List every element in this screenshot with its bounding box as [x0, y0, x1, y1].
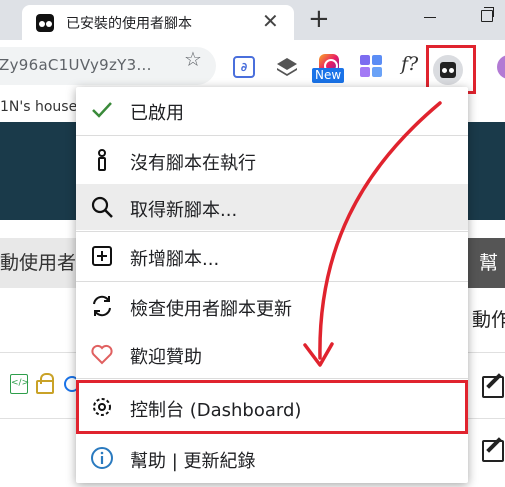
edit-icon[interactable] [482, 376, 504, 398]
heart-icon [91, 344, 113, 365]
tab-help-label: 幫 [479, 252, 499, 274]
menu-separator [76, 378, 468, 379]
minimize-window-button[interactable] [424, 17, 436, 18]
menu-item-label: 幫助 | 更新紀錄 [130, 451, 256, 472]
edit-icon[interactable] [482, 440, 504, 462]
menu-item-label: 沒有腳本在執行 [130, 153, 256, 174]
new-badge: New [312, 68, 345, 83]
bookmark-star-icon[interactable]: ☆ [184, 47, 202, 71]
extension-formula-icon[interactable]: f? [401, 53, 423, 75]
menu-item-label: 歡迎贊助 [130, 347, 202, 368]
add-box-icon [92, 246, 112, 266]
tampermonkey-favicon-icon [36, 14, 54, 32]
info-circle-icon [91, 447, 113, 469]
restore-window-button[interactable] [481, 7, 494, 22]
tab-installed-label: 動使用者 [0, 252, 77, 274]
menu-item-label: 已啟用 [130, 103, 184, 124]
extension-layers-icon[interactable] [276, 56, 298, 78]
close-tab-icon[interactable]: ✕ [262, 8, 279, 34]
highlight-box-dashboard [76, 380, 468, 434]
info-i-icon [98, 149, 106, 171]
check-icon [92, 102, 112, 118]
menu-item-check-updates[interactable]: 檢查使用者腳本更新 [76, 283, 468, 329]
menu-item-label: 新增腳本... [130, 249, 220, 270]
menu-item-help-changelog[interactable]: 幫助 | 更新紀錄 [76, 435, 468, 481]
tab-help[interactable]: 幫 [465, 238, 505, 288]
code-file-icon: </> [10, 374, 29, 394]
menu-item-donate[interactable]: 歡迎贊助 [76, 331, 468, 377]
extension-grid-icon[interactable] [360, 55, 382, 77]
menu-item-label: 檢查使用者腳本更新 [130, 299, 292, 320]
refresh-icon [93, 295, 111, 317]
new-tab-button[interactable]: + [308, 4, 330, 34]
menu-separator [76, 135, 468, 136]
search-icon [91, 196, 113, 218]
address-url: Zy96aC1UVy9zY3... [0, 56, 152, 74]
actions-column-header: 動作 [472, 309, 505, 331]
browser-tab[interactable]: 已安裝的使用者腳本 ✕ [22, 5, 294, 40]
menu-item-label: 取得新腳本... [130, 200, 238, 221]
tab-strip: 已安裝的使用者腳本 ✕ + [0, 0, 505, 40]
menu-item-get-new-scripts[interactable]: 取得新腳本... [76, 184, 468, 230]
menu-item-add-script[interactable]: 新增腳本... [76, 233, 468, 279]
tab-title: 已安裝的使用者腳本 [66, 16, 192, 32]
menu-item-enabled[interactable]: 已啟用 [76, 87, 468, 133]
lock-icon [36, 373, 54, 394]
extension-translate-icon[interactable]: ∂ [233, 56, 255, 78]
bookmark-item[interactable]: 1N's house [0, 99, 77, 115]
menu-separator [76, 281, 468, 282]
menu-item-no-scripts: 沒有腳本在執行 [76, 137, 468, 183]
menu-separator [76, 231, 468, 232]
tab-installed-scripts[interactable]: 動使用者 [0, 238, 80, 288]
